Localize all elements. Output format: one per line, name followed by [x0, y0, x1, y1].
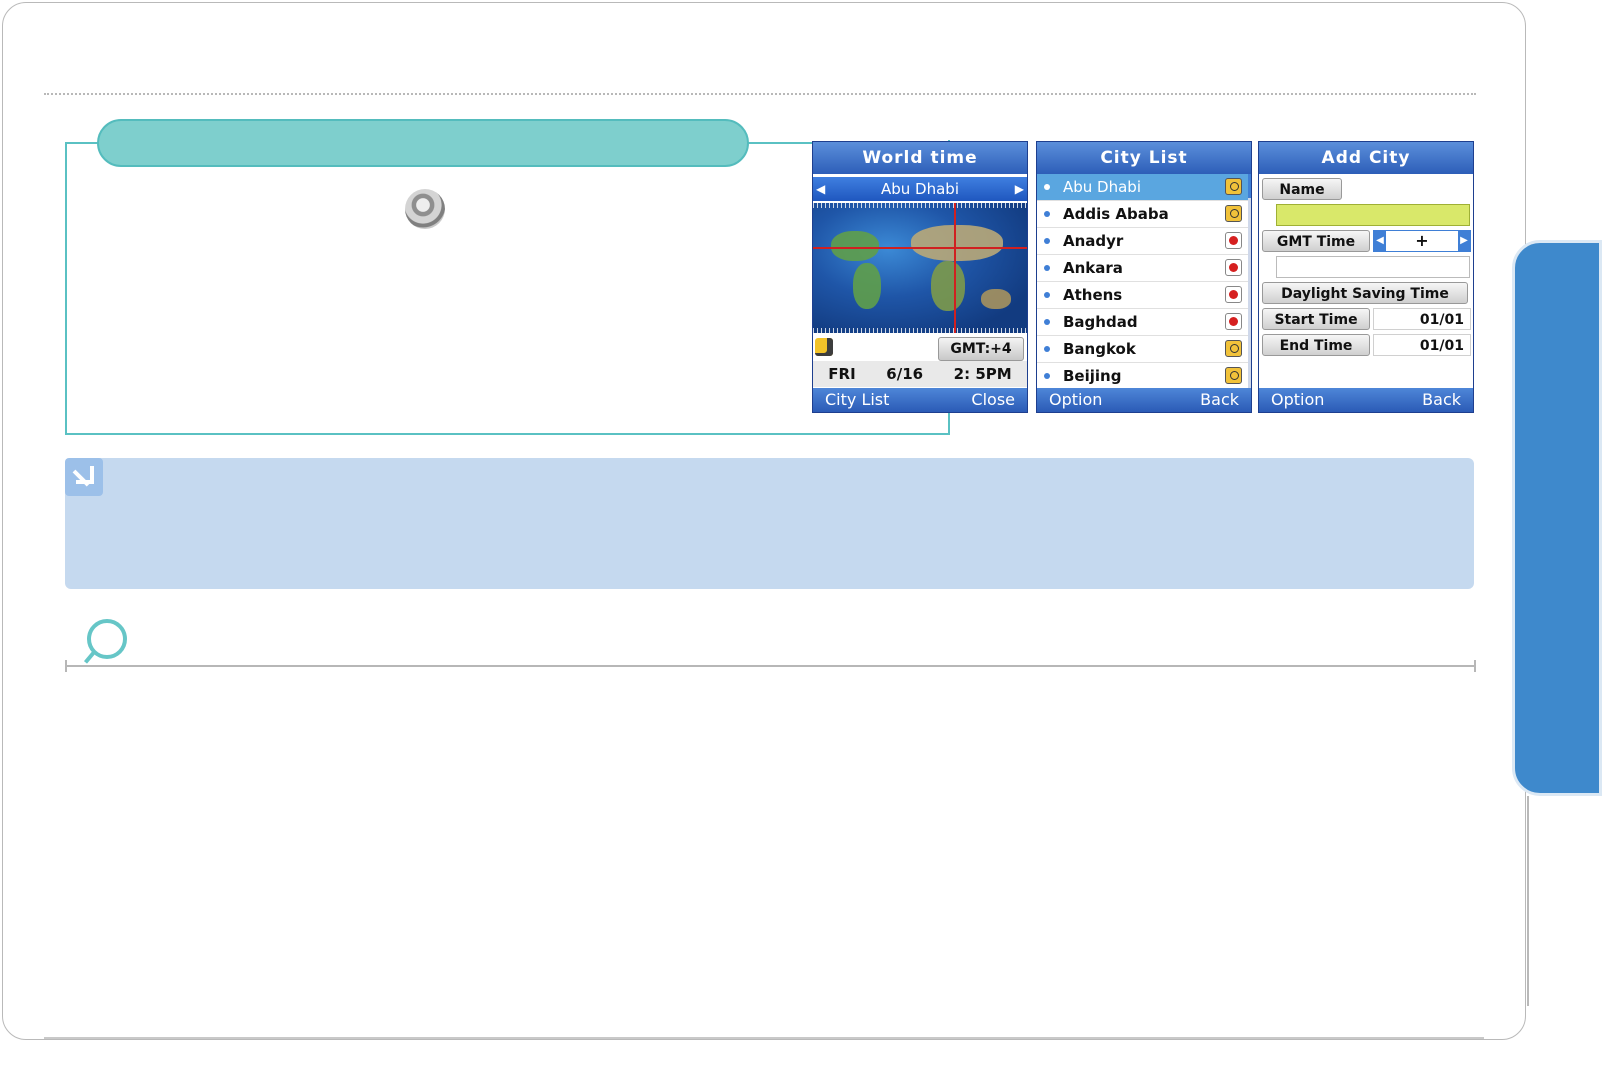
city-list-item[interactable]: Athens: [1037, 282, 1251, 309]
longitude-line: [954, 203, 956, 333]
world-time-title: World time: [813, 142, 1027, 174]
gmt-time-label: GMT Time: [1262, 230, 1370, 252]
city-name: Anadyr: [1063, 232, 1124, 250]
option-softkey[interactable]: Option: [1037, 388, 1114, 412]
end-time-value[interactable]: 01/01: [1373, 334, 1471, 356]
bullet-icon: [1044, 346, 1050, 352]
gmt-offset: GMT:+4: [938, 337, 1024, 361]
city-name: Addis Ababa: [1063, 205, 1169, 223]
date-label: 6/16: [886, 365, 924, 383]
daylight-saving-label[interactable]: Daylight Saving Time: [1262, 282, 1468, 304]
city-list-title: City List: [1037, 142, 1251, 174]
clock-icon: [1225, 367, 1242, 384]
bullet-icon: [1044, 238, 1050, 244]
date-time-row: FRI 6/16 2: 5PM: [813, 361, 1027, 387]
softkey-bar: Option Back: [1037, 388, 1251, 412]
softkey-bar: Option Back: [1259, 388, 1473, 412]
start-time-value[interactable]: 01/01: [1373, 308, 1471, 330]
clock-icon: [1225, 205, 1242, 222]
city-list-item[interactable]: Beijing: [1037, 363, 1251, 390]
world-map: [813, 203, 1027, 333]
city-list-item[interactable]: Ankara: [1037, 255, 1251, 282]
bullet-icon: [1044, 211, 1050, 217]
city-name: Athens: [1063, 286, 1123, 304]
nav-key-icon: [405, 189, 445, 229]
arrow-down-right-icon: [65, 458, 103, 496]
side-divider: [1527, 796, 1529, 1006]
option-softkey[interactable]: Option: [1259, 388, 1336, 412]
bullet-icon: [1044, 373, 1050, 379]
city-name: Beijing: [1063, 367, 1122, 385]
gmt-value-input[interactable]: [1276, 256, 1470, 278]
arrow-right-icon[interactable]: ▶: [1015, 177, 1024, 201]
name-label: Name: [1262, 178, 1342, 200]
world-time-screen: World time ◀ Abu Dhabi ▶ GMT:+4 FRI 6/16…: [812, 141, 1028, 413]
time-label: 2: 5PM: [953, 365, 1012, 383]
gmt-sign-spinner[interactable]: ◀ + ▶: [1373, 230, 1471, 252]
clock-icon: [1225, 340, 1242, 357]
alarm-icon: [1225, 232, 1242, 249]
city-name: Abu Dhabi: [1063, 178, 1141, 196]
end-time-label: End Time: [1262, 334, 1370, 356]
footer-divider: [44, 1037, 1484, 1039]
bullet-icon: [1044, 319, 1050, 325]
city-list-softkey[interactable]: City List: [813, 388, 901, 412]
alarm-icon: [1225, 313, 1242, 330]
arrow-left-icon[interactable]: ◀: [1374, 231, 1386, 251]
add-city-screen: Add City Name GMT Time ◀ + ▶ Daylight Sa…: [1258, 141, 1474, 413]
bullet-icon: [1044, 292, 1050, 298]
city-list-item[interactable]: Bangkok: [1037, 336, 1251, 363]
arrow-right-icon[interactable]: ▶: [1458, 231, 1470, 251]
back-softkey[interactable]: Back: [1410, 388, 1473, 412]
clock-icon: [1225, 178, 1242, 195]
city-name: Bangkok: [1063, 340, 1136, 358]
city-list-item[interactable]: Anadyr: [1037, 228, 1251, 255]
header-divider: [44, 93, 1476, 95]
close-softkey[interactable]: Close: [959, 388, 1027, 412]
note-box: [65, 458, 1474, 589]
start-time-label: Start Time: [1262, 308, 1370, 330]
city-list-screen: City List Abu Dhabi Addis Ababa Anadyr Anka…: [1036, 141, 1252, 413]
section-header-pill: [97, 119, 749, 167]
back-softkey[interactable]: Back: [1188, 388, 1251, 412]
softkey-bar: City List Close: [813, 388, 1027, 412]
city-list-item[interactable]: Abu Dhabi: [1037, 174, 1251, 201]
scrollbar[interactable]: [1248, 174, 1251, 390]
city-name: Ankara: [1063, 259, 1123, 277]
tip-divider: [66, 665, 1476, 667]
bullet-icon: [1044, 265, 1050, 271]
current-city: Abu Dhabi: [881, 180, 959, 198]
bullet-icon: [1044, 184, 1050, 190]
alarm-icon: [1225, 259, 1242, 276]
day-label: FRI: [828, 365, 856, 383]
city-list-item[interactable]: Addis Ababa: [1037, 201, 1251, 228]
moon-icon: [815, 338, 833, 356]
city-list: Abu Dhabi Addis Ababa Anadyr Ankara Athens Ba…: [1037, 174, 1251, 390]
latitude-line: [813, 247, 1027, 249]
alarm-icon: [1225, 286, 1242, 303]
city-name: Baghdad: [1063, 313, 1138, 331]
name-input[interactable]: [1276, 204, 1470, 226]
arrow-left-icon[interactable]: ◀: [816, 177, 825, 201]
city-list-item[interactable]: Baghdad: [1037, 309, 1251, 336]
city-selector[interactable]: ◀ Abu Dhabi ▶: [813, 177, 1027, 201]
gmt-sign: +: [1415, 231, 1429, 250]
add-city-title: Add City: [1259, 142, 1473, 174]
chapter-tab: [1512, 240, 1602, 796]
